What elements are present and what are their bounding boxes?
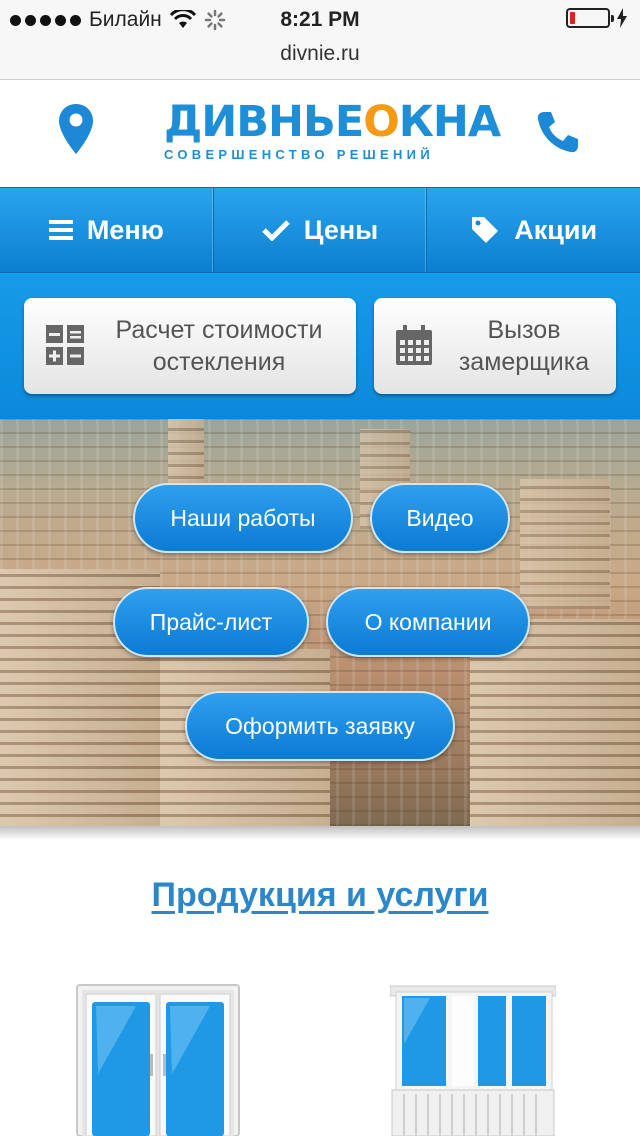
about-company-button[interactable]: О компании bbox=[326, 587, 530, 657]
battery-fill bbox=[570, 12, 576, 24]
site-header: ДИВНЬЕОКНА СОВЕРШЕНСТВО РЕШЕНИЙ bbox=[0, 81, 640, 187]
tag-icon bbox=[472, 217, 499, 243]
hero-building bbox=[520, 479, 610, 609]
call-measurer-label: Вызов замерщика bbox=[446, 314, 602, 378]
calendar-icon bbox=[396, 325, 432, 365]
status-time: 8:21 PM bbox=[280, 8, 360, 31]
measure-label-line2: замерщика bbox=[458, 348, 590, 376]
battery-icon bbox=[566, 8, 614, 28]
url-bar[interactable]: divnie.ru bbox=[0, 40, 640, 80]
calc-label-line2: остекления bbox=[152, 348, 286, 376]
submit-request-button[interactable]: Оформить заявку bbox=[185, 691, 455, 761]
hero-shadow bbox=[0, 826, 640, 840]
action-panel: Расчет стоимости остекления Вызов замерщ… bbox=[0, 273, 640, 419]
main-nav: Меню Цены Акции bbox=[0, 187, 640, 273]
nav-item-label: Акции bbox=[514, 214, 598, 245]
map-pin-icon[interactable] bbox=[58, 103, 94, 155]
about-company-label: О компании bbox=[364, 608, 492, 635]
calculate-glazing-label: Расчет стоимости остекления bbox=[96, 314, 342, 378]
site-logo[interactable]: ДИВНЬЕОКНА СОВЕРШЕНСТВО РЕШЕНИЙ bbox=[164, 97, 501, 169]
nav-item-label: Цены bbox=[303, 214, 379, 245]
price-list-button[interactable]: Прайс-лист bbox=[113, 587, 309, 657]
video-label: Видео bbox=[406, 504, 474, 531]
our-works-button[interactable]: Наши работы bbox=[133, 483, 353, 553]
calculate-glazing-button[interactable]: Расчет стоимости остекления bbox=[24, 298, 356, 394]
hero-city-banner: Наши работы Видео Прайс-лист О компании … bbox=[0, 419, 640, 826]
nav-item-prices[interactable]: Цены bbox=[214, 188, 428, 272]
status-bar: Билайн 8:21 PM bbox=[0, 0, 640, 40]
nav-item-menu[interactable]: Меню bbox=[0, 188, 214, 272]
balcony-product-image[interactable] bbox=[390, 984, 556, 1136]
call-measurer-button[interactable]: Вызов замерщика bbox=[374, 298, 616, 394]
logo-tagline: СОВЕРШЕНСТВО РЕШЕНИЙ bbox=[164, 147, 434, 162]
products-section-title[interactable]: Продукция и услуги bbox=[0, 876, 640, 915]
submit-request-label: Оформить заявку bbox=[225, 712, 415, 739]
phone-icon[interactable] bbox=[535, 109, 581, 155]
our-works-label: Наши работы bbox=[170, 504, 316, 531]
logo-wordmark: ДИВНЬЕОКНА bbox=[164, 97, 501, 147]
nav-item-promotions[interactable]: Акции bbox=[427, 188, 640, 272]
window-product-image[interactable] bbox=[76, 984, 240, 1136]
hamburger-icon bbox=[48, 220, 73, 240]
measure-label-line1: Вызов bbox=[487, 316, 561, 344]
calculator-icon bbox=[46, 325, 84, 365]
status-right bbox=[566, 8, 628, 28]
url-text: divnie.ru bbox=[280, 42, 360, 65]
nav-item-label: Меню bbox=[86, 214, 164, 245]
checkmark-icon bbox=[262, 220, 290, 241]
charging-bolt-icon bbox=[617, 8, 627, 28]
calc-label-line1: Расчет стоимости bbox=[115, 316, 323, 344]
price-list-label: Прайс-лист bbox=[149, 608, 273, 635]
video-button[interactable]: Видео bbox=[370, 483, 510, 553]
